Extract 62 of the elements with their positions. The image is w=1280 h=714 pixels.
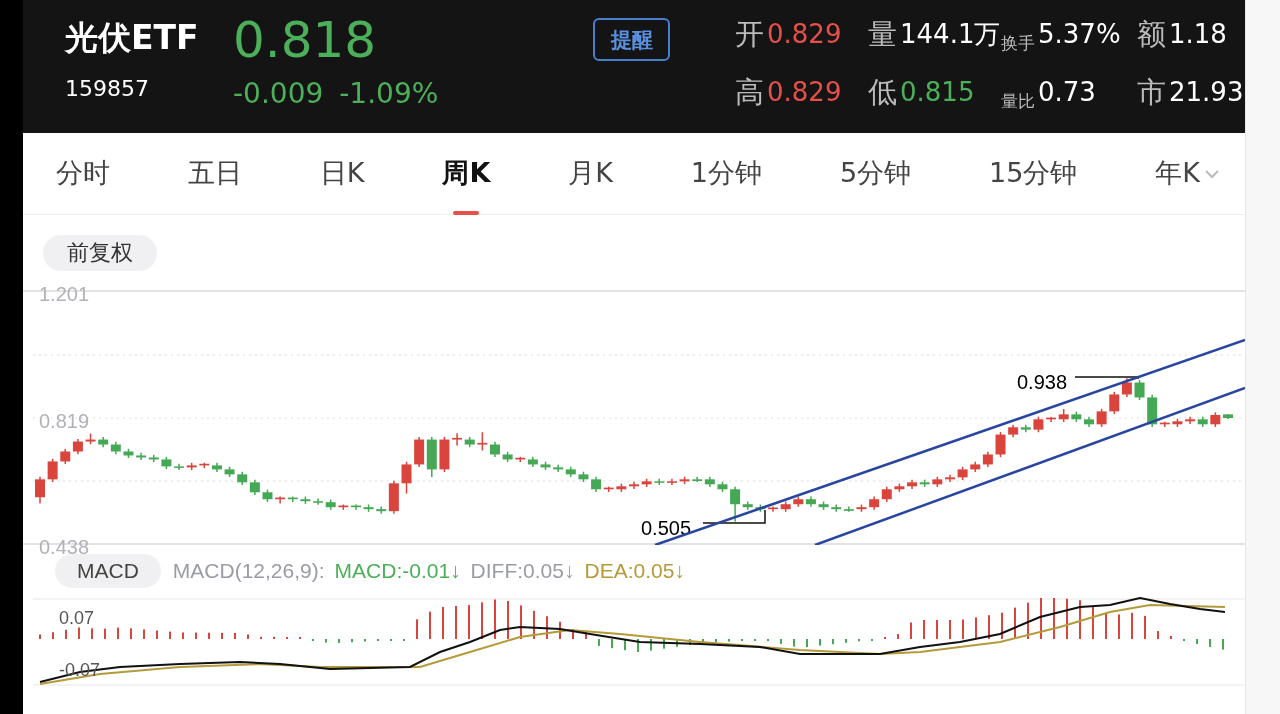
candlestick: [1109, 391, 1120, 415]
axis-label: 0.07: [59, 607, 95, 630]
candlestick: [1121, 377, 1132, 398]
axis-label: 0.819: [39, 408, 90, 434]
fund-name: 光伏ETF: [65, 18, 199, 58]
percent-change: -1.09%: [339, 78, 439, 110]
stat-value: 0.829: [767, 18, 842, 51]
indicator-legend-text: DEA:0.05↓: [584, 558, 685, 585]
stat-label: 市: [1137, 74, 1166, 111]
candlestick: [401, 461, 412, 495]
indicator-legend-text: MACD:-0.01↓: [334, 558, 461, 585]
low-price-marker: 0.505: [641, 516, 692, 541]
stat-value: 0.829: [767, 76, 842, 109]
stat-label: 量: [868, 16, 897, 53]
candlestick: [831, 503, 842, 513]
candlestick: [629, 480, 639, 490]
price-adjustment-chip[interactable]: 前复权: [43, 234, 157, 271]
stat-label: 量比: [1001, 90, 1035, 112]
period-tab[interactable]: 15分钟: [989, 132, 1078, 215]
candlestick: [35, 475, 45, 505]
indicator-chip[interactable]: MACD: [55, 554, 161, 588]
candlestick: [452, 432, 463, 447]
stat-label: 高: [735, 74, 764, 111]
stat-value: 21.93: [1169, 76, 1244, 109]
axis-label: 1.201: [39, 282, 90, 307]
last-price: 0.818: [233, 12, 378, 68]
candlestick: [944, 473, 955, 483]
period-tab[interactable]: 月K: [568, 132, 613, 215]
candlestick: [553, 464, 564, 473]
period-tab[interactable]: 1分钟: [690, 132, 762, 215]
candlestick: [1096, 407, 1107, 428]
period-tab[interactable]: 周K: [442, 132, 491, 215]
candlestick: [477, 431, 488, 452]
leader-line: [702, 509, 766, 524]
period-tab[interactable]: 日K: [319, 132, 365, 215]
period-tab[interactable]: 分时: [56, 132, 110, 215]
stat-label: 额: [1137, 16, 1166, 53]
stat-label: 低: [868, 74, 897, 111]
leader-line: [1074, 376, 1139, 380]
stat-value: 0.73: [1038, 76, 1096, 109]
period-tab[interactable]: 年K: [1155, 132, 1220, 215]
candlestick: [730, 485, 741, 523]
stat-value: 1.18: [1169, 18, 1227, 51]
stat-value: 144.1万: [900, 18, 1001, 51]
candlestick: [1185, 415, 1196, 425]
high-price-marker: 0.938: [1017, 370, 1068, 395]
candlestick: [1134, 379, 1145, 401]
candlestick: [47, 458, 58, 483]
stat-value: 0.815: [900, 76, 975, 109]
candlestick: [995, 431, 1006, 458]
stat-label: 换手: [1001, 32, 1035, 54]
alert-button[interactable]: 提醒: [593, 18, 670, 61]
period-tab[interactable]: 5分钟: [839, 132, 912, 215]
candlestick: [376, 505, 387, 515]
indicator-legend-text: MACD(12,26,9):: [172, 558, 325, 585]
fund-code: 159857: [65, 76, 150, 102]
stat-label: 开: [735, 16, 764, 53]
stat-value: 5.37%: [1038, 18, 1121, 51]
candlestick: [136, 452, 147, 461]
price-change: -0.009: [233, 78, 324, 110]
period-tab[interactable]: 五日: [187, 132, 242, 215]
indicator-legend-text: DIFF:0.05↓: [470, 558, 575, 585]
